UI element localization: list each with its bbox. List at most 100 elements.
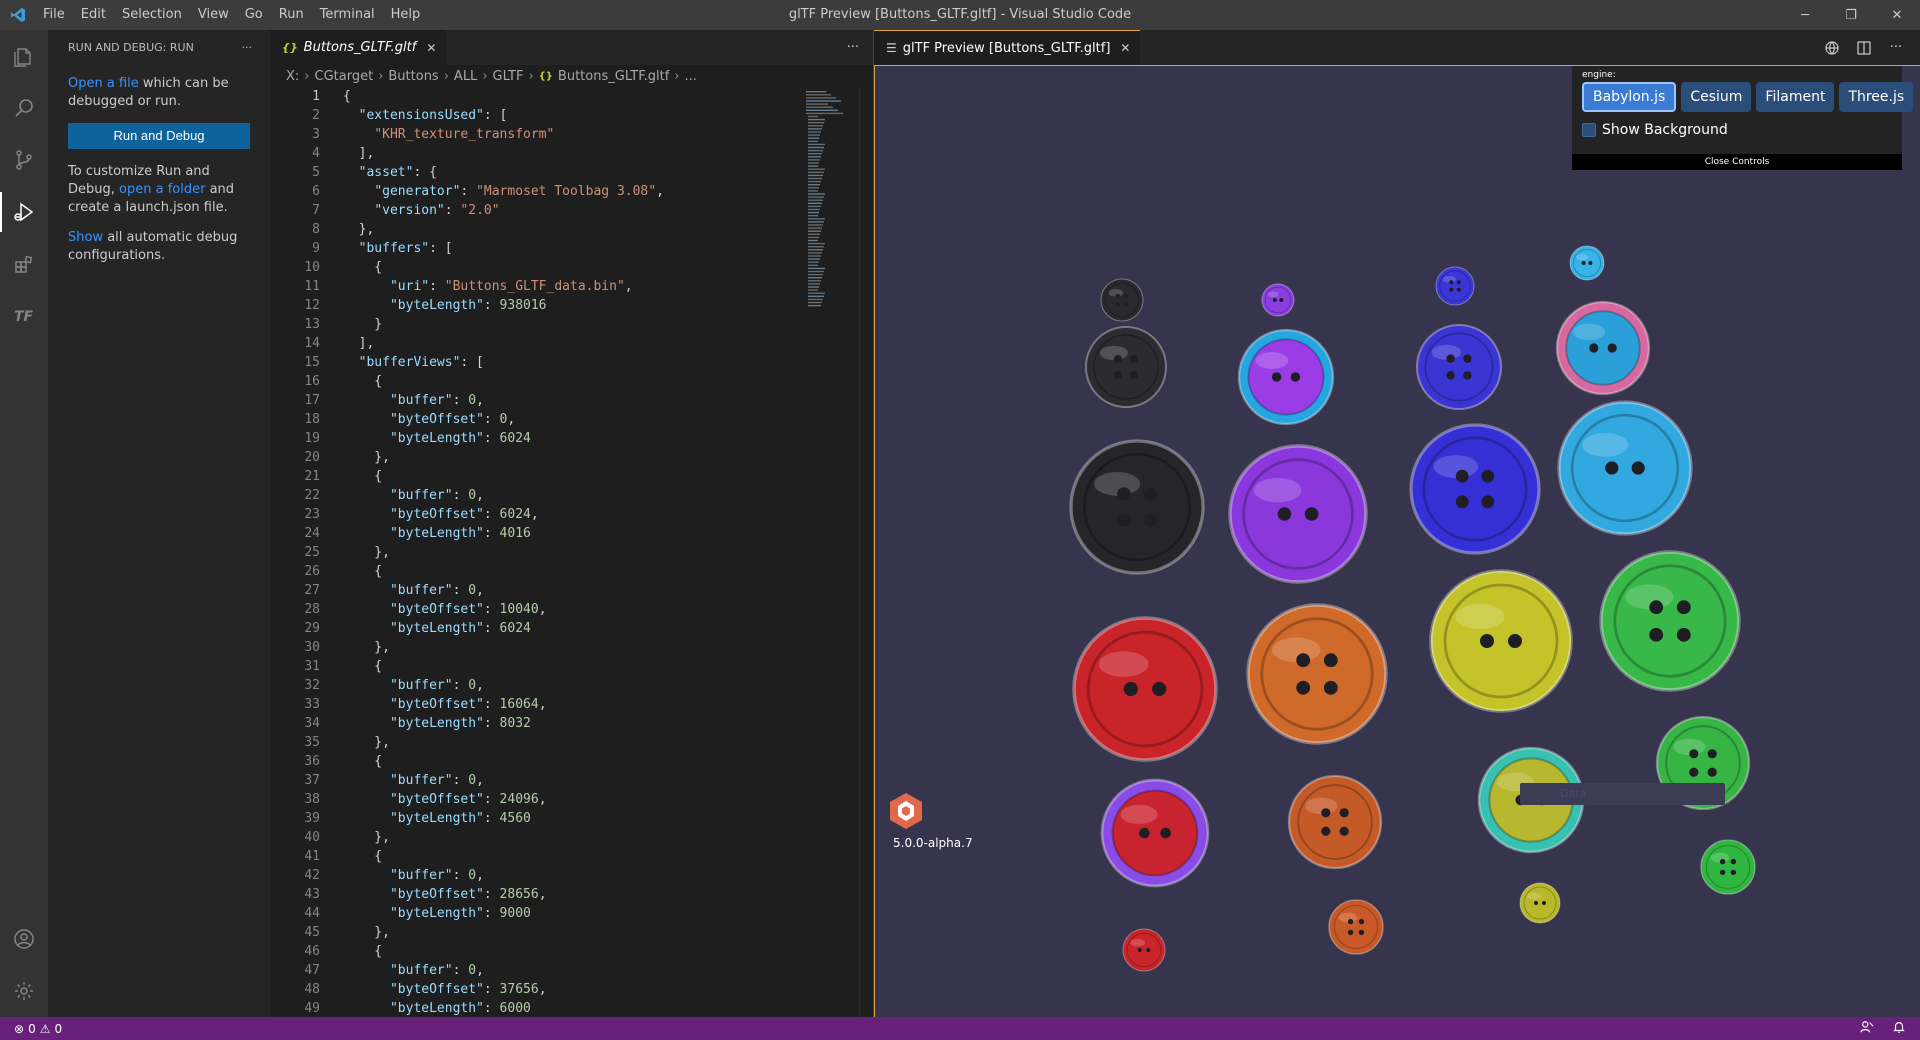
code-line[interactable]: 4 ],: [270, 144, 873, 163]
engine-threejs-button[interactable]: Three.js: [1839, 82, 1914, 112]
code-line[interactable]: 45 },: [270, 923, 873, 942]
code-line[interactable]: 14 ],: [270, 334, 873, 353]
extensions-icon[interactable]: [0, 238, 48, 290]
editor-more-button[interactable]: ···: [847, 30, 859, 65]
close-tab-icon[interactable]: ✕: [426, 41, 436, 55]
engine-babylon-button[interactable]: Babylon.js: [1582, 82, 1677, 112]
menu-selection[interactable]: Selection: [114, 0, 190, 30]
code-line[interactable]: 40 },: [270, 828, 873, 847]
open-folder-link[interactable]: open a folder: [119, 182, 205, 197]
code-line[interactable]: 26 {: [270, 562, 873, 581]
code-line[interactable]: 15 "bufferViews": [: [270, 353, 873, 372]
show-background-checkbox[interactable]: [1582, 123, 1596, 137]
menu-run[interactable]: Run: [271, 0, 312, 30]
code-line[interactable]: 49 "byteLength": 6000: [270, 999, 873, 1017]
show-background-option[interactable]: Show Background: [1582, 122, 1728, 138]
code-line[interactable]: 30 },: [270, 638, 873, 657]
code-line[interactable]: 32 "buffer": 0,: [270, 676, 873, 695]
run-and-debug-button[interactable]: Run and Debug: [68, 123, 250, 149]
engine-filament-button[interactable]: Filament: [1756, 82, 1835, 112]
code-line[interactable]: 36 {: [270, 752, 873, 771]
menu-go[interactable]: Go: [237, 0, 271, 30]
code-line[interactable]: 13 }: [270, 315, 873, 334]
code-line[interactable]: 1{: [270, 87, 873, 106]
code-line[interactable]: 6 "generator": "Marmoset Toolbag 3.08",: [270, 182, 873, 201]
code-line[interactable]: 35 },: [270, 733, 873, 752]
code-line[interactable]: 10 {: [270, 258, 873, 277]
code-line[interactable]: 3 "KHR_texture_transform": [270, 125, 873, 144]
terraform-icon[interactable]: TF: [0, 290, 48, 342]
breadcrumb-item[interactable]: X:: [286, 69, 299, 84]
vertical-scrollbar[interactable]: [859, 87, 873, 1017]
code-line[interactable]: 27 "buffer": 0,: [270, 581, 873, 600]
breadcrumb-item[interactable]: Buttons_GLTF.gltf: [558, 69, 669, 84]
code-line[interactable]: 39 "byteLength": 4560: [270, 809, 873, 828]
menu-edit[interactable]: Edit: [73, 0, 114, 30]
run-debug-icon[interactable]: [0, 186, 48, 238]
code-line[interactable]: 17 "buffer": 0,: [270, 391, 873, 410]
code-line[interactable]: 42 "buffer": 0,: [270, 866, 873, 885]
sidebar-more-button[interactable]: ···: [242, 41, 253, 54]
code-line[interactable]: 24 "byteLength": 4016: [270, 524, 873, 543]
more-actions-icon[interactable]: ···: [1880, 30, 1912, 65]
minimap[interactable]: [802, 87, 862, 1017]
menu-terminal[interactable]: Terminal: [312, 0, 383, 30]
code-line[interactable]: 44 "byteLength": 9000: [270, 904, 873, 923]
code-area[interactable]: 1{2 "extensionsUsed": [3 "KHR_texture_tr…: [270, 87, 873, 1017]
tab-gltf-preview[interactable]: ☰ glTF Preview [Buttons_GLTF.gltf] ✕: [874, 30, 1141, 65]
breadcrumb-item[interactable]: GLTF: [493, 69, 524, 84]
code-line[interactable]: 38 "byteOffset": 24096,: [270, 790, 873, 809]
close-tab-icon[interactable]: ✕: [1120, 41, 1130, 55]
code-line[interactable]: 46 {: [270, 942, 873, 961]
notifications-bell-icon[interactable]: [1892, 1020, 1906, 1037]
engine-cesium-button[interactable]: Cesium: [1681, 82, 1752, 112]
menu-help[interactable]: Help: [383, 0, 429, 30]
code-line[interactable]: 33 "byteOffset": 16064,: [270, 695, 873, 714]
tab-buttons-gltf[interactable]: {} Buttons_GLTF.gltf ✕: [270, 30, 447, 65]
code-line[interactable]: 16 {: [270, 372, 873, 391]
code-line[interactable]: 5 "asset": {: [270, 163, 873, 182]
code-line[interactable]: 8 },: [270, 220, 873, 239]
code-line[interactable]: 28 "byteOffset": 10040,: [270, 600, 873, 619]
code-line[interactable]: 37 "buffer": 0,: [270, 771, 873, 790]
code-line[interactable]: 12 "byteLength": 938016: [270, 296, 873, 315]
split-editor-icon[interactable]: [1848, 30, 1880, 65]
account-icon[interactable]: [0, 913, 48, 965]
close-window-button[interactable]: ✕: [1874, 0, 1920, 30]
code-line[interactable]: 31 {: [270, 657, 873, 676]
code-line[interactable]: 22 "buffer": 0,: [270, 486, 873, 505]
restore-button[interactable]: ❐: [1828, 0, 1874, 30]
code-line[interactable]: 18 "byteOffset": 0,: [270, 410, 873, 429]
code-line[interactable]: 2 "extensionsUsed": [: [270, 106, 873, 125]
code-line[interactable]: 29 "byteLength": 6024: [270, 619, 873, 638]
code-line[interactable]: 25 },: [270, 543, 873, 562]
code-line[interactable]: 23 "byteOffset": 6024,: [270, 505, 873, 524]
show-configs-link[interactable]: Show: [68, 230, 103, 245]
feedback-icon[interactable]: [1860, 1020, 1874, 1037]
source-control-icon[interactable]: [0, 134, 48, 186]
code-line[interactable]: 11 "uri": "Buttons_GLTF_data.bin",: [270, 277, 873, 296]
breadcrumb-item[interactable]: Buttons: [388, 69, 438, 84]
code-line[interactable]: 20 },: [270, 448, 873, 467]
code-line[interactable]: 19 "byteLength": 6024: [270, 429, 873, 448]
open-file-link[interactable]: Open a file: [68, 76, 139, 91]
code-line[interactable]: 41 {: [270, 847, 873, 866]
code-line[interactable]: 9 "buffers": [: [270, 239, 873, 258]
close-controls-button[interactable]: Close Controls: [1572, 154, 1902, 170]
minimize-button[interactable]: ─: [1782, 0, 1828, 30]
breadcrumb-item[interactable]: CGtarget: [315, 69, 374, 84]
search-icon[interactable]: [0, 82, 48, 134]
code-line[interactable]: 34 "byteLength": 8032: [270, 714, 873, 733]
settings-gear-icon[interactable]: [0, 965, 48, 1017]
breadcrumb-item[interactable]: ALL: [454, 69, 477, 84]
menu-view[interactable]: View: [190, 0, 237, 30]
menu-file[interactable]: File: [35, 0, 73, 30]
code-line[interactable]: 47 "buffer": 0,: [270, 961, 873, 980]
3d-viewport[interactable]: engine: Babylon.js Cesium Filament Three…: [874, 65, 1920, 1017]
breadcrumb-item[interactable]: ...: [684, 69, 696, 84]
preview-globe-icon[interactable]: [1816, 30, 1848, 65]
problems-indicator[interactable]: ⊗ 0 ⚠ 0: [0, 1022, 62, 1036]
code-line[interactable]: 48 "byteOffset": 37656,: [270, 980, 873, 999]
code-line[interactable]: 7 "version": "2.0": [270, 201, 873, 220]
code-line[interactable]: 43 "byteOffset": 28656,: [270, 885, 873, 904]
